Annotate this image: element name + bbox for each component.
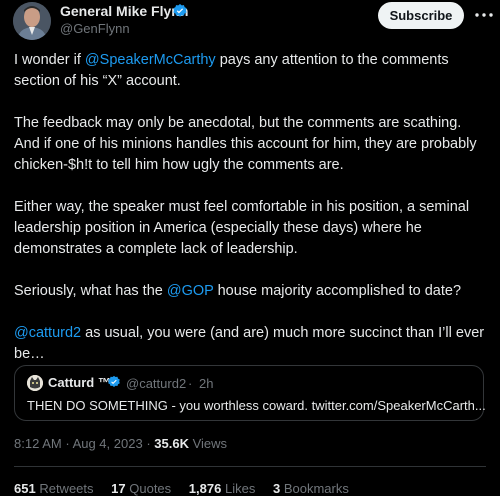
tweet-time[interactable]: 8:12 AM (14, 436, 62, 451)
tweet-meta: 8:12 AM · Aug 4, 2023 · 35.6K Views (14, 436, 227, 451)
mention-link-gop[interactable]: @GOP (167, 283, 214, 299)
avatar-image (13, 2, 51, 40)
verified-badge-icon (173, 4, 187, 17)
subscribe-button[interactable]: Subscribe (378, 2, 464, 29)
quoted-tweet-text: THEN DO SOMETHING - you worthless coward… (27, 398, 486, 413)
tweet-text: house majority accomplished to date? (213, 283, 462, 299)
quoted-separator: · (188, 376, 193, 391)
quoted-author-name: Catturd ™ (48, 375, 111, 390)
quoted-verified-badge-icon (108, 375, 120, 387)
author-avatar[interactable] (13, 2, 51, 40)
more-options-icon[interactable] (474, 6, 494, 24)
mention-link-catturd2[interactable]: @catturd2 (14, 325, 81, 341)
mention-link-speakermccarthy[interactable]: @SpeakerMcCarthy (85, 52, 216, 68)
tweet-paragraph-4: Seriously, what has the @GOP house major… (14, 281, 490, 302)
views-count: 35.6K (154, 436, 189, 451)
tweet-date[interactable]: Aug 4, 2023 (73, 436, 143, 451)
tweet-paragraph-2: The feedback may only be anecdotal, but … (14, 115, 477, 173)
tweet-text: Seriously, what has the (14, 283, 167, 299)
quoted-author-handle: @catturd2 (126, 376, 187, 391)
quoted-author-avatar (27, 375, 43, 391)
meta-separator: · (65, 436, 73, 451)
quoted-tweet[interactable]: Catturd ™ @catturd2 · 2h THEN DO SOMETHI… (14, 365, 486, 421)
tweet-paragraph-5: @catturd2 as usual, you were (and are) m… (14, 323, 490, 365)
tweet-text: as usual, you were (and are) much more s… (14, 325, 485, 362)
tweet-paragraph-3: Either way, the speaker must feel comfor… (14, 199, 470, 257)
author-name[interactable]: General Mike Flynn (60, 3, 188, 19)
divider (14, 466, 486, 467)
tweet-body: I wonder if @SpeakerMcCarthy pays any at… (14, 50, 490, 386)
tweet-text: I wonder if (14, 52, 85, 68)
tweet-paragraph-1: I wonder if @SpeakerMcCarthy pays any at… (14, 50, 490, 92)
quoted-timestamp: 2h (199, 376, 214, 391)
author-handle[interactable]: @GenFlynn (60, 21, 130, 36)
views-label: Views (192, 436, 228, 451)
